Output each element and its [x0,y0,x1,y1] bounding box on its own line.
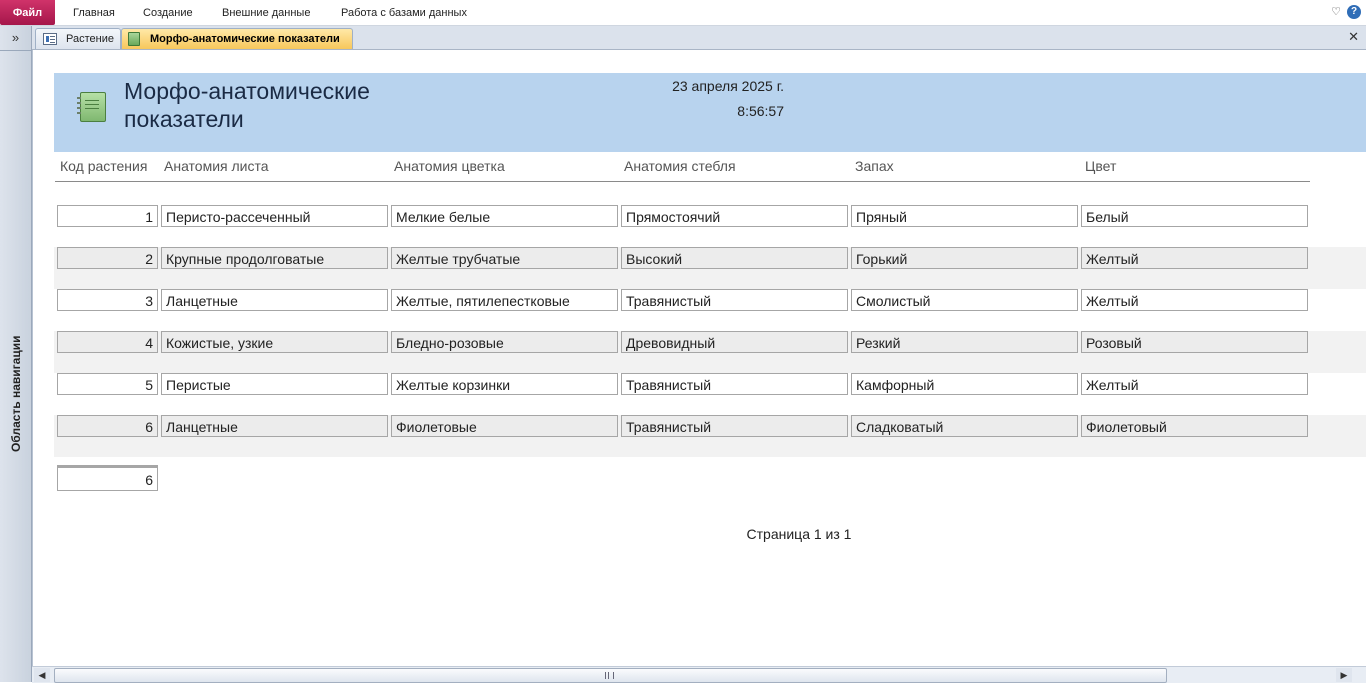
ribbon-menu-bar: Файл Главная Создание Внешние данные Раб… [0,0,1366,26]
column-header-color: Цвет [1085,158,1117,174]
ribbon-expand-icon[interactable]: ♡ [1330,6,1342,18]
menu-database-tools[interactable]: Работа с базами данных [341,0,467,25]
cell-smell[interactable]: Сладковатый [851,415,1078,437]
cell-smell[interactable]: Резкий [851,331,1078,353]
table-row: 6 Ланцетные Фиолетовые Травянистый Сладк… [54,415,1366,457]
record-count-total[interactable]: 6 [57,467,158,491]
cell-plant-code[interactable]: 6 [57,415,158,437]
tab-morpho-report-label: Морфо-анатомические показатели [150,33,340,45]
report-icon [128,32,140,46]
cell-color[interactable]: Белый [1081,205,1308,227]
report-time: 8:56:57 [737,103,784,119]
cell-flower-anatomy[interactable]: Мелкие белые [391,205,618,227]
document-tab-bar: Растение Морфо-анатомические показатели … [32,26,1366,50]
cell-stem-anatomy[interactable]: Древовидный [621,331,848,353]
cell-flower-anatomy[interactable]: Желтые корзинки [391,373,618,395]
cell-plant-code[interactable]: 4 [57,331,158,353]
tab-plant-label: Растение [66,33,114,45]
table-row: 4 Кожистые, узкие Бледно-розовые Древови… [54,331,1366,373]
scroll-right-arrow-icon[interactable]: ▶ [1336,668,1352,682]
scroll-grip-icon [605,672,614,679]
cell-stem-anatomy[interactable]: Травянистый [621,415,848,437]
page-number-footer: Страница 1 из 1 [746,526,852,542]
cell-stem-anatomy[interactable]: Высокий [621,247,848,269]
cell-color[interactable]: Желтый [1081,289,1308,311]
table-row: 5 Перистые Желтые корзинки Травянистый К… [54,373,1366,415]
tab-morpho-report[interactable]: Морфо-анатомические показатели [121,28,353,49]
cell-flower-anatomy[interactable]: Фиолетовые [391,415,618,437]
report-canvas: Морфо-анатомические показатели 23 апреля… [32,50,1366,666]
nav-pane-label[interactable]: Область навигации [9,331,23,456]
cell-flower-anatomy[interactable]: Желтые, пятилепестковые [391,289,618,311]
cell-color[interactable]: Розовый [1081,331,1308,353]
cell-plant-code[interactable]: 2 [57,247,158,269]
column-header-flower-anatomy: Анатомия цветка [394,158,505,174]
cell-smell[interactable]: Смолистый [851,289,1078,311]
horizontal-scrollbar[interactable]: ◀ ▶ [32,666,1366,683]
table-row: 1 Перисто-рассеченный Мелкие белые Прямо… [54,205,1366,247]
menu-home[interactable]: Главная [73,0,115,25]
report-header: Морфо-анатомические показатели 23 апреля… [54,73,1366,152]
cell-smell[interactable]: Камфорный [851,373,1078,395]
column-header-plant-code: Код растения [60,158,148,174]
cell-flower-anatomy[interactable]: Бледно-розовые [391,331,618,353]
cell-color[interactable]: Фиолетовый [1081,415,1308,437]
scrollbar-thumb[interactable] [54,668,1167,683]
cell-plant-code[interactable]: 3 [57,289,158,311]
cell-smell[interactable]: Пряный [851,205,1078,227]
header-divider [55,181,1310,182]
cell-smell[interactable]: Горький [851,247,1078,269]
report-notebook-icon [77,92,106,122]
cell-leaf-anatomy[interactable]: Перистые [161,373,388,395]
form-icon [43,33,57,45]
cell-leaf-anatomy[interactable]: Крупные продолговатые [161,247,388,269]
cell-plant-code[interactable]: 1 [57,205,158,227]
table-row: 2 Крупные продолговатые Желтые трубчатые… [54,247,1366,289]
canvas-edge [32,50,33,666]
column-header-smell: Запах [855,158,894,174]
menu-external-data[interactable]: Внешние данные [222,0,310,25]
cell-stem-anatomy[interactable]: Травянистый [621,373,848,395]
cell-leaf-anatomy[interactable]: Перисто-рассеченный [161,205,388,227]
cell-stem-anatomy[interactable]: Прямостоячий [621,205,848,227]
cell-color[interactable]: Желтый [1081,247,1308,269]
help-icon[interactable]: ? [1347,5,1361,19]
navigation-pane: » Область навигации [0,26,32,682]
cell-plant-code[interactable]: 5 [57,373,158,395]
file-menu-button[interactable]: Файл [0,0,55,25]
close-document-icon[interactable]: ✕ [1348,29,1359,45]
cell-stem-anatomy[interactable]: Травянистый [621,289,848,311]
nav-pane-toggle-button[interactable]: » [0,26,31,51]
cell-leaf-anatomy[interactable]: Ланцетные [161,415,388,437]
menu-create[interactable]: Создание [143,0,193,25]
column-header-stem-anatomy: Анатомия стебля [624,158,736,174]
cell-leaf-anatomy[interactable]: Кожистые, узкие [161,331,388,353]
column-header-leaf-anatomy: Анатомия листа [164,158,269,174]
report-date: 23 апреля 2025 г. [672,78,784,94]
report-title: Морфо-анатомические показатели [124,78,370,132]
cell-flower-anatomy[interactable]: Желтые трубчатые [391,247,618,269]
cell-leaf-anatomy[interactable]: Ланцетные [161,289,388,311]
tab-plant[interactable]: Растение [35,28,121,49]
scroll-left-arrow-icon[interactable]: ◀ [34,668,50,682]
table-row: 3 Ланцетные Желтые, пятилепестковые Трав… [54,289,1366,331]
cell-color[interactable]: Желтый [1081,373,1308,395]
